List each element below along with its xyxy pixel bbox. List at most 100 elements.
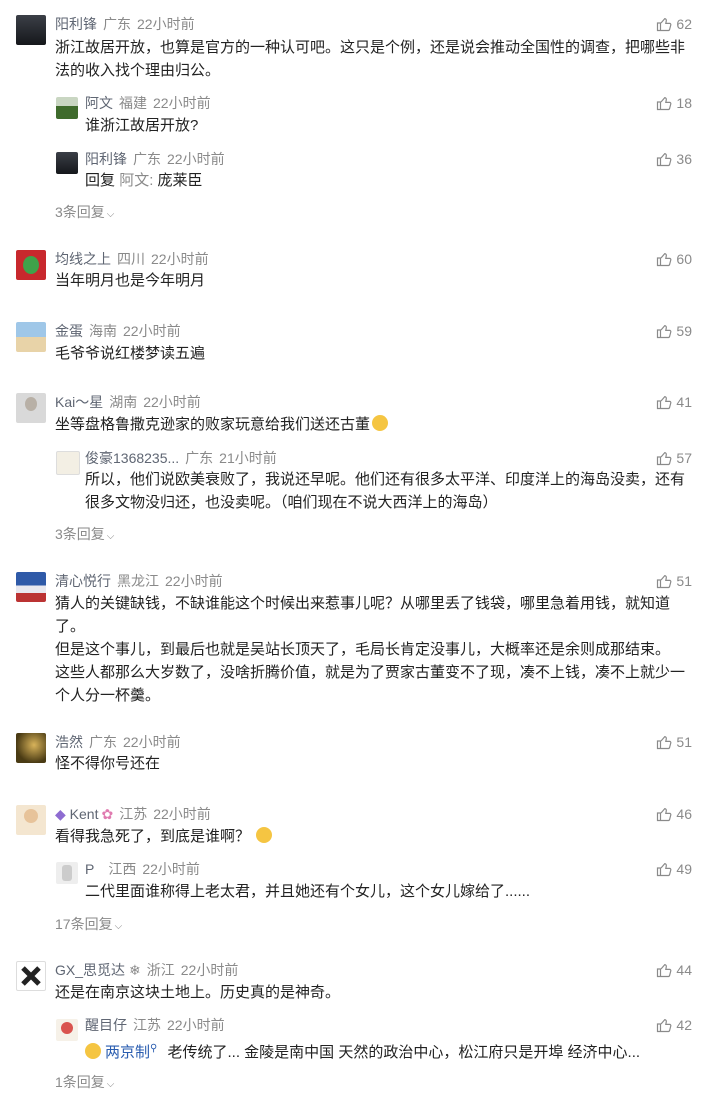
timestamp: 21小时前 xyxy=(219,450,277,466)
like-count: 51 xyxy=(676,734,692,750)
reply-text: 所以，他们说欧美衰败了，我说还早呢。他们还有很多太平洋、印度洋上的海岛没卖，还有… xyxy=(85,471,686,511)
reply-count: 17条回复 xyxy=(55,916,113,932)
avatar[interactable] xyxy=(56,862,78,884)
chevron-down-icon: ⌵ xyxy=(114,921,123,932)
thumbs-up-icon xyxy=(657,735,672,750)
username[interactable]: 俊豪1368235... xyxy=(85,450,179,466)
expand-replies-button[interactable]: 3条回复 ⌵ xyxy=(55,203,114,224)
username[interactable]: P xyxy=(85,861,94,877)
like-count: 57 xyxy=(676,450,692,466)
snowflake-icon: ❄ xyxy=(129,962,141,978)
reply-meta: 阿文 福建 22小时前 xyxy=(85,94,211,112)
thumbs-up-icon xyxy=(657,862,672,877)
like-button[interactable]: 49 xyxy=(656,860,692,878)
username[interactable]: 醒目仔 xyxy=(85,1017,127,1033)
thumbs-up-icon xyxy=(657,252,672,267)
avatar[interactable] xyxy=(16,733,46,763)
reply-meta: P 江西 22小时前 xyxy=(85,860,200,878)
like-button[interactable]: 46 xyxy=(656,805,692,823)
comment-meta: ◆ Kent ✿ 江苏 22小时前 xyxy=(55,805,211,823)
comment-text: 坐等盘格鲁撒克逊家的败家玩意给我们送还古董 xyxy=(55,413,690,436)
timestamp: 22小时前 xyxy=(167,1017,225,1033)
avatar[interactable] xyxy=(56,1019,78,1041)
expand-replies-button[interactable]: 1条回复 ⌵ xyxy=(55,1073,114,1094)
comment-meta: 阳利锋 广东 22小时前 xyxy=(55,15,195,33)
username[interactable]: 均线之上 xyxy=(55,251,111,267)
avatar[interactable] xyxy=(16,15,46,45)
like-button[interactable]: 60 xyxy=(656,250,692,268)
chevron-down-icon: ⌵ xyxy=(106,209,115,220)
reply-body: 老传统了... 金陵是南中国 天然的政治中心，松江府只是开埠 经济中心... xyxy=(167,1044,641,1061)
avatar[interactable] xyxy=(16,572,46,602)
avatar[interactable] xyxy=(16,250,46,280)
like-button[interactable]: 62 xyxy=(656,15,692,33)
comment-meta: Kai～星 湖南 22小时前 xyxy=(55,393,201,411)
comment-meta: 金蛋 海南 22小时前 xyxy=(55,322,181,340)
avatar[interactable] xyxy=(16,805,46,835)
comment-text: 当年明月也是今年明月 xyxy=(55,272,206,289)
avatar[interactable] xyxy=(16,961,46,991)
comment-text: 看得我急死了，到底是谁啊？ xyxy=(55,825,690,848)
like-button[interactable]: 44 xyxy=(656,961,692,979)
thumbs-up-icon xyxy=(657,96,672,111)
laughing-emoji-icon xyxy=(372,415,389,431)
reply-meta: 阳利锋 广东 22小时前 xyxy=(85,150,225,168)
timestamp: 22小时前 xyxy=(142,861,200,877)
chevron-down-icon: ⌵ xyxy=(106,531,115,542)
like-button[interactable]: 36 xyxy=(656,150,692,168)
timestamp: 22小时前 xyxy=(153,806,211,822)
reply-text: 谁浙江故居开放? xyxy=(85,117,199,134)
like-button[interactable]: 42 xyxy=(656,1016,692,1034)
username[interactable]: 阿文 xyxy=(85,95,113,111)
username[interactable]: Kent xyxy=(70,806,99,822)
expand-replies-button[interactable]: 17条回复 ⌵ xyxy=(55,915,122,936)
username[interactable]: 浩然 xyxy=(55,734,83,750)
like-count: 18 xyxy=(676,95,692,111)
thumbs-up-icon xyxy=(657,807,672,822)
timestamp: 22小时前 xyxy=(153,95,211,111)
like-button[interactable]: 57 xyxy=(656,449,692,467)
region: 湖南 xyxy=(109,394,138,410)
thumbs-up-icon xyxy=(657,17,672,32)
avatar[interactable] xyxy=(56,152,78,174)
region: 福建 xyxy=(119,95,147,111)
reply-meta: 俊豪1368235... 广东 21小时前 xyxy=(85,449,277,467)
region: 四川 xyxy=(117,251,145,267)
like-button[interactable]: 51 xyxy=(656,733,692,751)
comment-text: 还是在南京这块土地上。历史真的是神奇。 xyxy=(55,984,341,1001)
username[interactable]: 清心悦行 xyxy=(55,573,111,589)
avatar[interactable] xyxy=(16,393,46,423)
avatar[interactable] xyxy=(56,451,80,475)
like-count: 44 xyxy=(676,962,692,978)
region: 江西 xyxy=(108,861,137,877)
region: 海南 xyxy=(89,323,117,339)
avatar[interactable] xyxy=(16,322,46,352)
thumbs-up-icon xyxy=(657,324,672,339)
comment-meta: 浩然 广东 22小时前 xyxy=(55,733,181,751)
timestamp: 22小时前 xyxy=(137,16,195,32)
like-button[interactable]: 41 xyxy=(656,393,692,411)
reply-count: 1条回复 xyxy=(55,1074,105,1090)
reply-text: 回复 阿文: 庞莱臣 xyxy=(85,169,690,192)
expand-replies-button[interactable]: 3条回复 ⌵ xyxy=(55,525,114,546)
region: 江苏 xyxy=(133,1017,161,1033)
avatar[interactable] xyxy=(56,97,78,119)
comment-text: 猜人的关键缺钱，不缺谁能这个时候出来惹事儿呢？从哪里丢了钱袋，哪里急着用钱，就知… xyxy=(55,595,686,704)
username[interactable]: GX_思觅达 xyxy=(55,962,125,978)
like-count: 51 xyxy=(676,573,692,589)
username[interactable]: Kai～星 xyxy=(55,394,103,410)
reply-body: 庞莱臣 xyxy=(157,172,203,189)
thumbs-up-icon xyxy=(657,1018,672,1033)
username[interactable]: 金蛋 xyxy=(55,323,83,339)
smile-emoji-icon xyxy=(85,1043,101,1059)
thumbs-up-icon xyxy=(657,152,672,167)
username[interactable]: 阳利锋 xyxy=(55,16,97,32)
like-count: 36 xyxy=(676,151,692,167)
thumbs-up-icon xyxy=(657,963,672,978)
like-button[interactable]: 18 xyxy=(656,94,692,112)
username[interactable]: 阳利锋 xyxy=(85,151,127,167)
like-button[interactable]: 59 xyxy=(656,322,692,340)
hashtag-link[interactable]: 两京制 xyxy=(105,1044,150,1061)
like-button[interactable]: 51 xyxy=(656,572,692,590)
reply-to[interactable]: 阿文: xyxy=(119,172,153,189)
